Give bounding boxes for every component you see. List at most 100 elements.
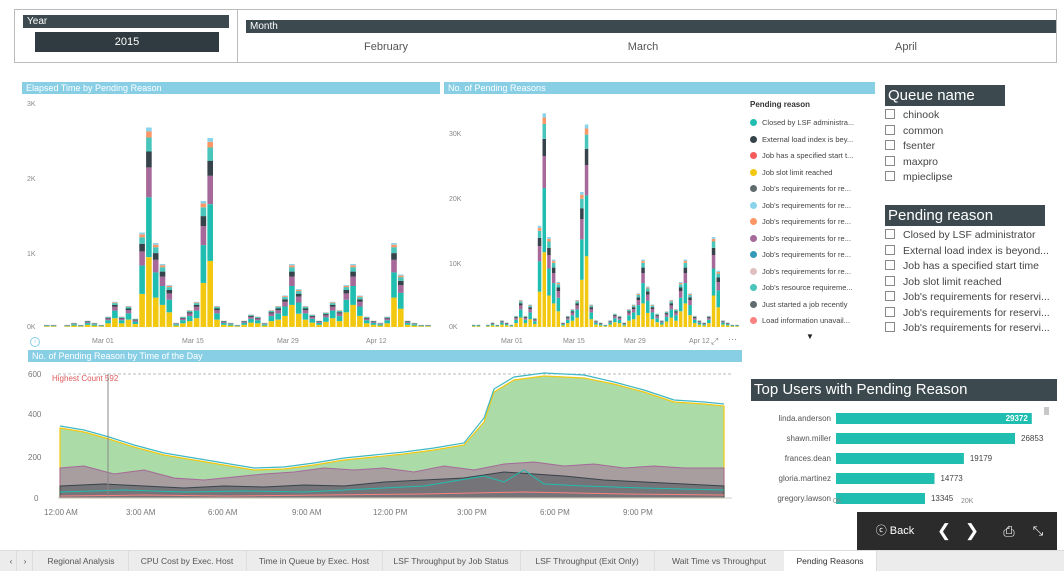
pending-reason-item[interactable]: Job has a specified start time: [885, 259, 1057, 275]
top-user-bar[interactable]: [836, 453, 964, 464]
queue-name-item[interactable]: maxpro: [885, 155, 1057, 171]
checkbox[interactable]: [885, 276, 895, 286]
stacked-bar-segment: [398, 276, 404, 278]
month-april[interactable]: April: [826, 41, 986, 53]
tab-scroll-left-icon[interactable]: ‹: [6, 551, 17, 571]
back-button[interactable]: ⓒ Back: [865, 512, 925, 550]
stacked-bar-segment: [160, 277, 166, 286]
pending-reason-item[interactable]: Job slot limit reached: [885, 275, 1057, 291]
time-ytick-600: 600: [28, 370, 42, 379]
tab-regional-analysis[interactable]: Regional Analysis: [34, 551, 129, 571]
checkbox[interactable]: [885, 229, 895, 239]
top-user-label: shawn.miller: [787, 434, 832, 443]
tab-pending-reasons[interactable]: Pending Reasons: [784, 551, 877, 571]
checkbox[interactable]: [885, 140, 895, 150]
legend-item[interactable]: Closed by LSF administra...: [750, 115, 870, 132]
pending-reason-item[interactable]: External load index is beyond...: [885, 244, 1057, 260]
queue-name-item[interactable]: mpieclipse: [885, 170, 1057, 186]
stacked-bar-segment: [357, 296, 363, 297]
stacked-bar-segment: [566, 318, 570, 320]
print-icon[interactable]: ⎙: [999, 512, 1019, 550]
stacked-bar-segment: [590, 305, 594, 306]
stacked-bar-segment: [214, 310, 220, 313]
tab-cpu-cost[interactable]: CPU Cost by Exec. Host: [128, 551, 247, 571]
pending-reason-item[interactable]: Job's requirements for reservi...: [885, 306, 1057, 322]
top-user-bar[interactable]: [836, 433, 1015, 444]
stacked-bar-segment: [85, 323, 91, 325]
stacked-bar-segment: [378, 324, 384, 325]
stacked-bar-segment: [248, 315, 254, 316]
month-march[interactable]: March: [563, 41, 723, 53]
legend-item[interactable]: Just started a job recently: [750, 297, 870, 314]
checkbox[interactable]: [885, 291, 895, 301]
checkbox[interactable]: [885, 245, 895, 255]
legend-item[interactable]: Job's resource requireme...: [750, 280, 870, 297]
stacked-bar-segment: [632, 305, 636, 306]
checkbox[interactable]: [885, 260, 895, 270]
stacked-bar-segment: [707, 316, 711, 317]
top-user-bar[interactable]: [836, 413, 1032, 424]
stacked-bar-segment: [575, 300, 579, 301]
stacked-bar-segment: [85, 322, 91, 323]
legend-item[interactable]: Job slot limit reached: [750, 165, 870, 182]
legend-scroll-down-icon[interactable]: ▼: [750, 332, 870, 341]
pending-reason-item[interactable]: Job's requirements for reservi...: [885, 321, 1057, 337]
checkbox[interactable]: [885, 109, 895, 119]
tab-lsf-throughput-exit[interactable]: LSF Throughput (Exit Only): [520, 551, 655, 571]
elapsed-xtick-mar15: Mar 15: [182, 338, 204, 345]
stacked-bar-segment: [670, 310, 674, 318]
queue-name-item[interactable]: chinook: [885, 108, 1057, 124]
checkbox[interactable]: [885, 156, 895, 166]
checkbox[interactable]: [885, 125, 895, 135]
stacked-bar-segment: [599, 323, 603, 324]
checkbox[interactable]: [885, 171, 895, 181]
stacked-bar-segment: [167, 312, 173, 327]
stacked-bar-segment: [187, 314, 193, 317]
legend-item[interactable]: External load index is bey...: [750, 132, 870, 149]
checkbox[interactable]: [885, 307, 895, 317]
stacked-bar-segment: [119, 319, 125, 321]
tab-lsf-throughput-status[interactable]: LSF Throughput by Job Status: [382, 551, 521, 571]
stacked-bar-segment: [557, 283, 561, 284]
pending-reason-item[interactable]: Job's requirements for reservi...: [885, 290, 1057, 306]
tab-scroll-right-icon[interactable]: ›: [18, 551, 33, 571]
stacked-bar-segment: [105, 320, 111, 323]
stacked-bar-segment: [371, 325, 377, 327]
stacked-bar-segment: [51, 326, 57, 327]
pending-reason-item[interactable]: Closed by LSF administrator: [885, 228, 1057, 244]
top-user-bar[interactable]: [836, 493, 925, 504]
stacked-bar-segment: [632, 307, 636, 309]
next-page-button[interactable]: ❯: [961, 512, 983, 550]
top-users-scrollbar[interactable]: [1044, 407, 1049, 415]
stacked-bar-segment: [651, 307, 655, 309]
expand-icon[interactable]: ⤢: [711, 336, 718, 347]
year-2015-button[interactable]: 2015: [35, 32, 219, 52]
stacked-bar-segment: [670, 318, 674, 327]
stacked-bar-segment: [552, 260, 556, 261]
more-options-icon[interactable]: ⋯: [728, 334, 737, 345]
legend-item[interactable]: Job's requirements for re...: [750, 214, 870, 231]
stacked-bar-segment: [613, 314, 617, 315]
stacked-bar-segment: [337, 314, 343, 317]
exit-fullscreen-icon[interactable]: ⤡: [1027, 512, 1049, 550]
checkbox[interactable]: [885, 322, 895, 332]
legend-item[interactable]: Job's requirements for re...: [750, 198, 870, 215]
tab-wait-time[interactable]: Wait Time vs Throughput: [654, 551, 785, 571]
queue-name-item[interactable]: fsenter: [885, 139, 1057, 155]
stacked-bar-segment: [269, 312, 275, 313]
month-february[interactable]: February: [306, 41, 466, 53]
stacked-bar-segment: [679, 284, 683, 287]
tab-time-in-queue[interactable]: Time in Queue by Exec. Host: [246, 551, 383, 571]
stacked-bar-segment: [674, 311, 678, 312]
legend-item[interactable]: Job's requirements for re...: [750, 247, 870, 264]
legend-item[interactable]: Job's requirements for re...: [750, 264, 870, 281]
legend-item[interactable]: Job's requirements for re...: [750, 231, 870, 248]
legend-item[interactable]: Job has a specified start t...: [750, 148, 870, 165]
queue-name-item[interactable]: common: [885, 124, 1057, 140]
previous-page-button[interactable]: ❮: [933, 512, 955, 550]
legend-item[interactable]: Job's requirements for re...: [750, 181, 870, 198]
legend-item[interactable]: Load information unavail...: [750, 313, 870, 330]
stacked-bar-segment: [702, 325, 706, 327]
info-icon[interactable]: i: [30, 337, 40, 347]
top-user-bar[interactable]: [836, 473, 935, 484]
